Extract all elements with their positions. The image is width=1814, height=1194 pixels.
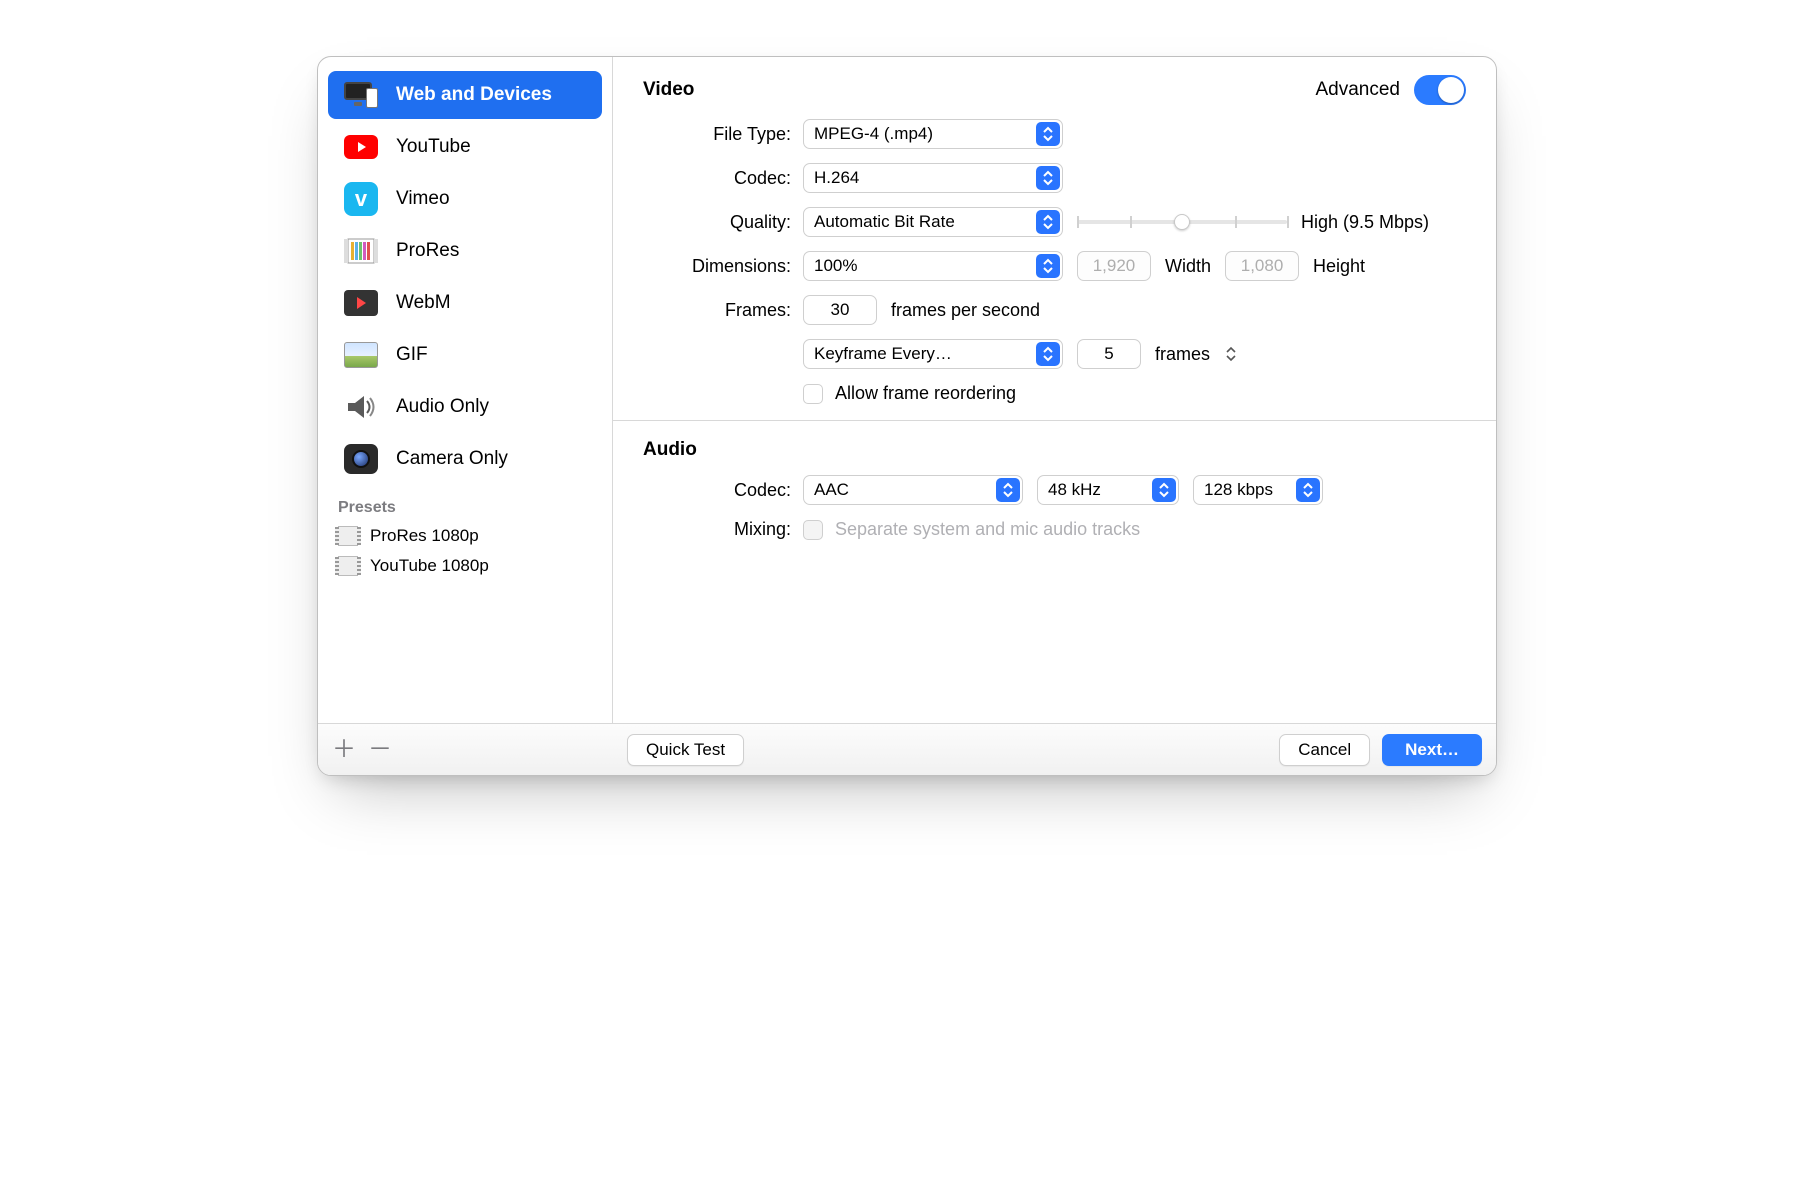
bottom-toolbar: ＋ － Quick Test Cancel Next… [318,723,1496,775]
preset-item-youtube-1080p[interactable]: YouTube 1080p [318,551,612,581]
updown-icon [1036,166,1060,190]
sidebar-item-label: Camera Only [396,448,508,470]
youtube-icon [344,130,378,164]
audio-codec-select[interactable]: AAC [803,475,1023,505]
dimensions-select[interactable]: 100% [803,251,1063,281]
filmstrip-icon [338,526,358,546]
web-and-devices-icon [344,78,378,112]
audio-codec-value: AAC [814,480,849,500]
updown-icon [1036,210,1060,234]
export-settings-window: Web and Devices YouTube v Vimeo [317,56,1497,776]
audio-codec-label: Codec: [643,480,803,501]
video-codec-value: H.264 [814,168,859,188]
advanced-toggle-group: Advanced [1315,75,1466,105]
quality-select[interactable]: Automatic Bit Rate [803,207,1063,237]
audio-section: Audio Codec: AAC 48 kHz [613,420,1496,556]
sidebar-item-gif[interactable]: GIF [328,331,602,379]
quality-value: Automatic Bit Rate [814,212,955,232]
file-type-select[interactable]: MPEG-4 (.mp4) [803,119,1063,149]
preset-item-label: ProRes 1080p [370,526,479,546]
video-section-title: Video [643,79,694,101]
sidebar-item-label: Vimeo [396,188,450,210]
sidebar-item-label: WebM [396,292,451,314]
audio-bitrate-value: 128 kbps [1204,480,1273,500]
remove-preset-button[interactable]: － [368,738,390,762]
quality-label: Quality: [643,212,803,233]
fps-input[interactable] [803,295,877,325]
vimeo-icon: v [344,182,378,216]
quality-readout: High (9.5 Mbps) [1301,212,1429,233]
width-input[interactable] [1077,251,1151,281]
sidebar-item-youtube[interactable]: YouTube [328,123,602,171]
prores-icon [344,234,378,268]
gif-icon [344,338,378,372]
cancel-button[interactable]: Cancel [1279,734,1370,766]
audio-sample-rate-value: 48 kHz [1048,480,1101,500]
height-input[interactable] [1225,251,1299,281]
settings-pane: Video Advanced File Type: MPEG-4 (.mp4) [613,57,1496,723]
audio-sample-rate-select[interactable]: 48 kHz [1037,475,1179,505]
audio-bitrate-select[interactable]: 128 kbps [1193,475,1323,505]
sidebar-item-camera-only[interactable]: Camera Only [328,435,602,483]
sidebar-item-audio-only[interactable]: Audio Only [328,383,602,431]
video-section: Video Advanced File Type: MPEG-4 (.mp4) [613,57,1496,420]
sidebar-item-web-and-devices[interactable]: Web and Devices [328,71,602,119]
updown-icon [1036,122,1060,146]
file-type-value: MPEG-4 (.mp4) [814,124,933,144]
video-codec-select[interactable]: H.264 [803,163,1063,193]
sidebar-item-vimeo[interactable]: v Vimeo [328,175,602,223]
keyframe-stepper[interactable] [1224,343,1238,365]
updown-icon [1036,254,1060,278]
width-label: Width [1165,256,1211,277]
dimensions-label: Dimensions: [643,256,803,277]
sidebar-item-label: GIF [396,344,428,366]
audio-section-title: Audio [643,439,1466,461]
sidebar-item-label: ProRes [396,240,459,262]
sidebar-item-label: Audio Only [396,396,489,418]
next-button[interactable]: Next… [1382,734,1482,766]
frames-label: Frames: [643,300,803,321]
camera-icon [344,442,378,476]
dimensions-value: 100% [814,256,857,276]
sidebar-item-prores[interactable]: ProRes [328,227,602,275]
height-label: Height [1313,256,1365,277]
quality-slider[interactable] [1077,207,1287,237]
sidebar: Web and Devices YouTube v Vimeo [318,57,613,723]
sidebar-item-webm[interactable]: WebM [328,279,602,327]
preset-item-label: YouTube 1080p [370,556,489,576]
keyframe-mode-select[interactable]: Keyframe Every… [803,339,1063,369]
allow-frame-reordering-label: Allow frame reordering [835,383,1016,404]
fps-unit: frames per second [891,300,1040,321]
sidebar-item-label: Web and Devices [396,84,552,106]
updown-icon [1036,342,1060,366]
webm-icon [344,286,378,320]
separate-tracks-label: Separate system and mic audio tracks [835,519,1140,540]
keyframe-mode-value: Keyframe Every… [814,344,952,364]
video-codec-label: Codec: [643,168,803,189]
mixing-label: Mixing: [643,519,803,540]
add-preset-button[interactable]: ＋ [332,738,354,762]
quick-test-button[interactable]: Quick Test [627,734,744,766]
separate-tracks-checkbox[interactable] [803,520,823,540]
presets-header: Presets [318,485,612,521]
advanced-label: Advanced [1315,79,1400,101]
advanced-toggle[interactable] [1414,75,1466,105]
updown-icon [996,478,1020,502]
filmstrip-icon [338,556,358,576]
keyframe-value-input[interactable] [1077,339,1141,369]
file-type-label: File Type: [643,124,803,145]
speaker-icon [344,390,378,424]
sidebar-item-label: YouTube [396,136,471,158]
preset-item-prores-1080p[interactable]: ProRes 1080p [318,521,612,551]
allow-frame-reordering-checkbox[interactable] [803,384,823,404]
keyframe-unit: frames [1155,344,1210,365]
window-body: Web and Devices YouTube v Vimeo [318,57,1496,723]
updown-icon [1296,478,1320,502]
updown-icon [1152,478,1176,502]
